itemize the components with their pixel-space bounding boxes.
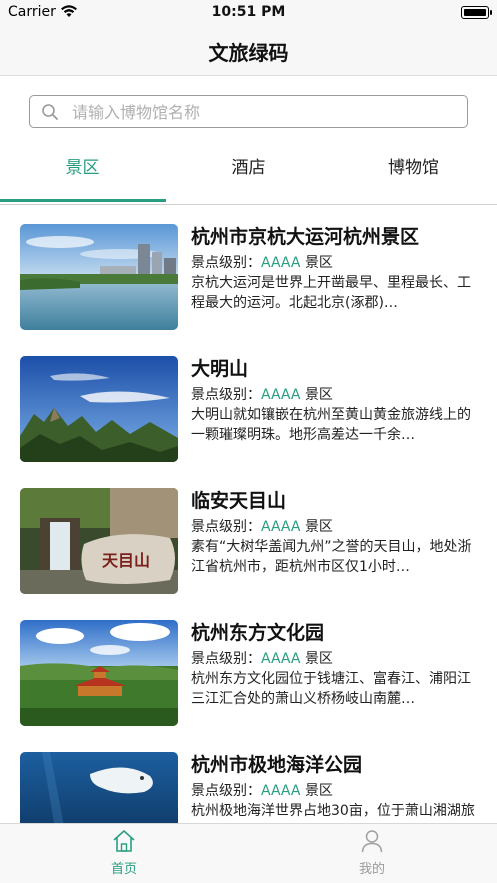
person-icon <box>361 830 383 853</box>
mountain-peaks-photo <box>20 356 178 462</box>
tab-mine-label: 我的 <box>358 862 385 877</box>
divider <box>0 204 497 205</box>
item-level: 景点级别：AAAA 景区 <box>191 255 333 271</box>
waterfall-stone-photo: 天目山 <box>20 488 178 594</box>
item-title: 临安天目山 <box>191 490 287 512</box>
search-input[interactable] <box>72 100 457 124</box>
item-description: 大明山就如镶嵌在杭州至黄山黄金旅游线上的一颗璀璨明珠。地形高差达一千余… <box>191 407 471 443</box>
item-level: 景点级别：AAAA 景区 <box>191 783 333 799</box>
temple-aerial-photo <box>20 620 178 726</box>
home-icon <box>113 830 135 852</box>
item-level: 景点级别：AAAA 景区 <box>191 387 333 403</box>
grade-badge: AAAA <box>261 651 301 667</box>
status-bar: Carrier 10:51 PM <box>0 0 497 26</box>
aquarium-whale-photo <box>20 752 178 823</box>
category-tabs: 景区 酒店 博物馆 <box>0 148 497 204</box>
navigation-bar: 文旅绿码 <box>0 26 497 76</box>
tab-home[interactable]: 首页 <box>64 828 184 880</box>
search-icon <box>42 104 58 120</box>
tab-mine[interactable]: 我的 <box>312 828 432 880</box>
item-level: 景点级别：AAAA 景区 <box>191 519 333 535</box>
list-item[interactable]: 大明山 景点级别：AAAA 景区 大明山就如镶嵌在杭州至黄山黄金旅游线上的一颗璀… <box>0 338 497 470</box>
tab-museum[interactable]: 博物馆 <box>331 148 496 190</box>
tab-hotel[interactable]: 酒店 <box>166 148 331 190</box>
grade-badge: AAAA <box>261 519 301 535</box>
scenic-list[interactable]: 杭州市京杭大运河杭州景区 景点级别：AAAA 景区 京杭大运河是世界上开凿最早、… <box>0 206 497 823</box>
item-description: 京杭大运河是世界上开凿最早、里程最长、工程最大的运河。北起北京(涿郡)… <box>191 275 471 311</box>
grade-badge: AAAA <box>261 255 301 271</box>
item-title: 大明山 <box>191 358 249 380</box>
list-item[interactable]: 杭州东方文化园 景点级别：AAAA 景区 杭州东方文化园位于钱塘江、富春江、浦阳… <box>0 602 497 734</box>
search-bar[interactable] <box>29 95 468 128</box>
item-title: 杭州东方文化园 <box>191 622 325 644</box>
list-item[interactable]: 天目山 临安天目山 景点级别：AAAA 景区 素有“大树华盖闻九州”之誉的天目山… <box>0 470 497 602</box>
item-title: 杭州市京杭大运河杭州景区 <box>191 226 420 248</box>
canal-city-photo <box>20 224 178 330</box>
page-title: 文旅绿码 <box>208 41 289 65</box>
battery-icon <box>461 6 492 19</box>
bottom-tab-bar: 首页 我的 <box>0 823 497 883</box>
status-time: 10:51 PM <box>211 4 286 20</box>
svg-text:天目山: 天目山 <box>102 551 150 570</box>
grade-badge: AAAA <box>261 387 301 403</box>
item-level: 景点级别：AAAA 景区 <box>191 651 333 667</box>
tab-indicator <box>0 199 166 202</box>
item-description: 素有“大树华盖闻九州”之誉的天目山，地处浙江省杭州市，距杭州市区仅1小时… <box>191 539 472 575</box>
item-title: 杭州市极地海洋公园 <box>191 754 363 776</box>
item-description: 杭州极地海洋世界占地30亩，位于萧山湘湖旅游度假区核心地段，是国内首… <box>191 803 475 819</box>
list-item[interactable]: 杭州市京杭大运河杭州景区 景点级别：AAAA 景区 京杭大运河是世界上开凿最早、… <box>0 206 497 338</box>
tab-home-label: 首页 <box>110 862 137 877</box>
list-item[interactable]: 杭州市极地海洋公园 景点级别：AAAA 景区 杭州极地海洋世界占地30亩，位于萧… <box>0 734 497 823</box>
grade-badge: AAAA <box>261 783 301 799</box>
tab-scenic[interactable]: 景区 <box>0 148 165 190</box>
item-description: 杭州东方文化园位于钱塘江、富春江、浦阳江三江汇合处的萧山义桥杨岐山南麓… <box>191 671 471 707</box>
